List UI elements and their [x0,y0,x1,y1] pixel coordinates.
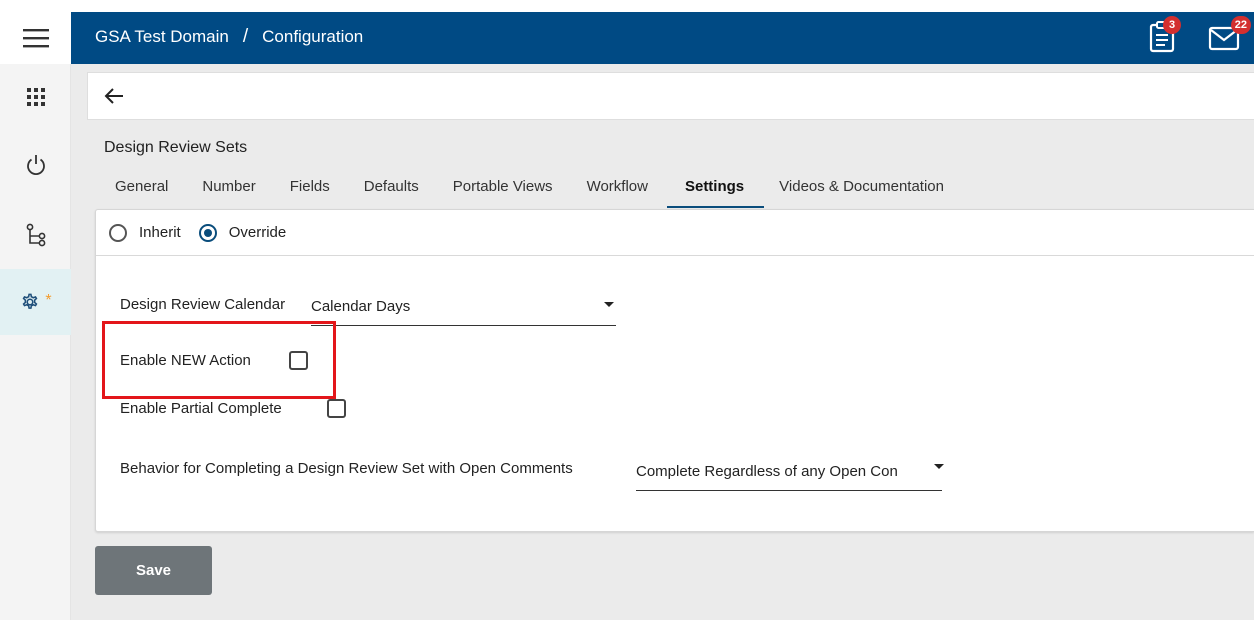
tab-defaults[interactable]: Defaults [349,172,438,208]
power-icon [26,155,45,176]
rail-settings-button[interactable]: * [0,269,71,335]
header-bar: GSA Test Domain / Configuration 3 22 [71,12,1254,64]
enable-partial-complete-checkbox[interactable] [327,399,346,418]
tab-bar: General Number Fields Defaults Portable … [100,172,963,208]
apps-grid-icon [26,88,45,106]
calendar-select[interactable]: Calendar Days [311,298,616,326]
open-comments-label: Behavior for Completing a Design Review … [120,460,573,477]
save-button[interactable]: Save [95,546,212,595]
enable-partial-complete-label: Enable Partial Complete [120,400,282,417]
calendar-value: Calendar Days [311,298,411,315]
caret-down-icon [604,302,614,307]
rail-workflow-button[interactable] [0,202,71,268]
workflow-tree-icon [26,223,45,247]
inherit-override-row: Inherit Override [96,210,1254,256]
back-bar [87,72,1254,120]
tab-videos-documentation[interactable]: Videos & Documentation [764,172,963,208]
tab-workflow[interactable]: Workflow [572,172,667,208]
tasks-count-badge: 3 [1163,16,1181,34]
back-arrow-icon[interactable] [104,87,124,105]
breadcrumb: GSA Test Domain / Configuration [95,26,363,48]
enable-new-action-checkbox[interactable] [289,351,308,370]
unsaved-marker: * [45,292,52,309]
rail-power-button[interactable] [0,132,71,198]
tab-portable-views[interactable]: Portable Views [438,172,572,208]
top-bar: GSA Test Domain / Configuration 3 22 [0,12,1254,64]
breadcrumb-page: Configuration [262,27,364,46]
caret-down-icon [934,464,944,469]
left-rail: * [0,64,71,620]
open-comments-select[interactable]: Complete Regardless of any Open Con [636,463,944,491]
section-title: Design Review Sets [104,139,248,156]
override-label[interactable]: Override [229,224,287,241]
tab-general[interactable]: General [100,172,187,208]
main-content: Design Review Sets General Number Fields… [71,64,1254,620]
messages-count-badge: 22 [1230,16,1251,34]
tab-settings[interactable]: Settings [666,172,765,208]
calendar-label: Design Review Calendar [120,296,286,313]
open-comments-value: Complete Regardless of any Open Con [636,463,898,480]
settings-gear-icon [22,293,38,309]
inherit-radio[interactable] [109,223,127,242]
override-radio[interactable] [198,223,217,242]
tasks-button[interactable]: 3 [1145,16,1181,54]
tab-number[interactable]: Number [187,172,274,208]
menu-icon [22,29,49,48]
enable-new-action-label: Enable NEW Action [120,352,251,369]
hamburger-menu-button[interactable] [0,12,71,64]
settings-card: Inherit Override Design Review Calendar … [95,209,1254,532]
breadcrumb-domain[interactable]: GSA Test Domain [95,27,229,46]
rail-apps-button[interactable] [0,64,71,130]
breadcrumb-separator: / [242,26,249,47]
inherit-label[interactable]: Inherit [139,224,181,241]
tab-fields[interactable]: Fields [275,172,349,208]
messages-button[interactable]: 22 [1207,16,1251,54]
